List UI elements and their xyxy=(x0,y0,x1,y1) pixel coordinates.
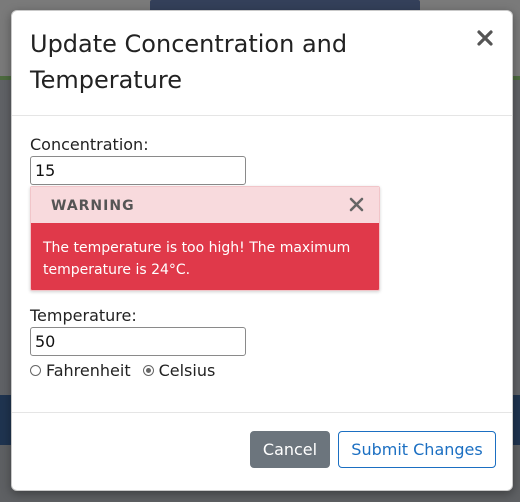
fahrenheit-radio[interactable] xyxy=(30,364,41,376)
concentration-label: Concentration: xyxy=(30,135,149,154)
modal-title: Update Concentration and Temperature xyxy=(30,30,348,94)
warning-close-button[interactable] xyxy=(348,196,365,213)
fahrenheit-label[interactable]: Fahrenheit xyxy=(46,361,131,380)
concentration-input[interactable] xyxy=(30,156,246,185)
cancel-button[interactable]: Cancel xyxy=(250,431,330,468)
temperature-label: Temperature: xyxy=(30,306,137,325)
warning-title: WARNING xyxy=(51,198,135,214)
update-modal: Update Concentration and Temperature Con… xyxy=(11,10,513,491)
modal-footer: Cancel Submit Changes xyxy=(12,412,512,490)
modal-close-button[interactable] xyxy=(474,27,496,49)
warning-header: WARNING xyxy=(31,187,379,223)
warning-popup: WARNING The temperature is too high! The… xyxy=(30,186,380,291)
unit-radio-group: Fahrenheit Celsius xyxy=(30,360,227,380)
submit-changes-button[interactable]: Submit Changes xyxy=(338,431,496,468)
celsius-radio[interactable] xyxy=(142,364,154,376)
close-icon xyxy=(477,30,493,46)
temperature-input[interactable] xyxy=(30,327,246,356)
celsius-label[interactable]: Celsius xyxy=(159,361,216,380)
close-icon xyxy=(349,197,364,212)
modal-header: Update Concentration and Temperature xyxy=(12,11,512,116)
warning-message: The temperature is too high! The maximum… xyxy=(43,240,351,278)
warning-body: The temperature is too high! The maximum… xyxy=(31,223,379,290)
